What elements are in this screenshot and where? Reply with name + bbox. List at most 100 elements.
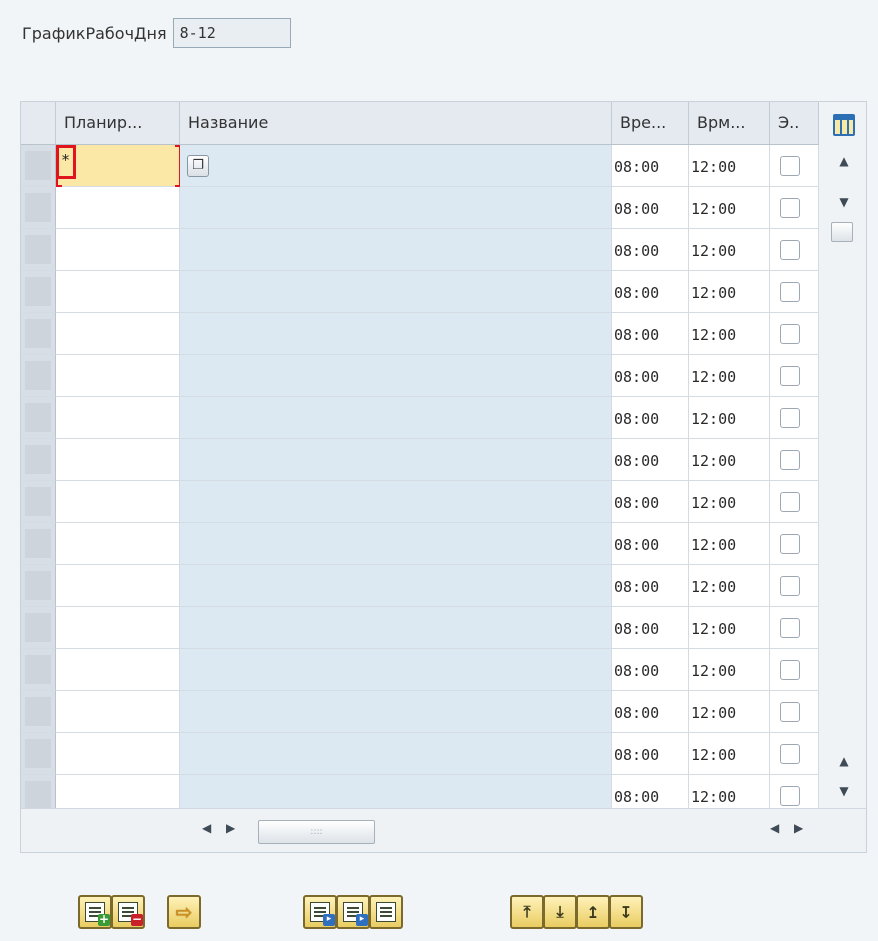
select-all-button[interactable]: ▸ bbox=[303, 895, 337, 929]
row-selector[interactable] bbox=[21, 649, 56, 691]
table-row[interactable]: 08:00 12:00 bbox=[21, 439, 819, 481]
name-cell[interactable] bbox=[180, 271, 612, 313]
flag-checkbox[interactable] bbox=[780, 576, 800, 596]
flag-checkbox[interactable] bbox=[780, 492, 800, 512]
table-row[interactable]: 08:00 12:00 bbox=[21, 187, 819, 229]
row-selector[interactable] bbox=[21, 271, 56, 313]
table-row[interactable]: 08:00 12:00 bbox=[21, 229, 819, 271]
end-time-cell[interactable]: 12:00 bbox=[689, 229, 770, 271]
start-time-cell[interactable]: 08:00 bbox=[612, 187, 689, 229]
end-time-cell[interactable]: 12:00 bbox=[689, 523, 770, 565]
table-row[interactable]: 08:00 12:00 bbox=[21, 271, 819, 313]
table-row[interactable]: 08:00 12:00 bbox=[21, 565, 819, 607]
row-selector[interactable] bbox=[21, 313, 56, 355]
row-selector[interactable] bbox=[21, 607, 56, 649]
end-time-cell[interactable]: 12:00 bbox=[689, 607, 770, 649]
table-row[interactable]: 08:00 12:00 bbox=[21, 481, 819, 523]
name-cell[interactable] bbox=[180, 565, 612, 607]
column-header-flag[interactable]: Э.. bbox=[770, 102, 819, 144]
start-time-cell[interactable]: 08:00 bbox=[612, 523, 689, 565]
start-time-cell[interactable]: 08:00 bbox=[612, 565, 689, 607]
flag-checkbox[interactable] bbox=[780, 408, 800, 428]
planned-cell[interactable] bbox=[56, 481, 180, 523]
end-time-cell[interactable]: 12:00 bbox=[689, 271, 770, 313]
row-selector[interactable] bbox=[21, 481, 56, 523]
name-cell[interactable] bbox=[180, 607, 612, 649]
flag-checkbox[interactable] bbox=[780, 366, 800, 386]
planned-cell[interactable] bbox=[56, 691, 180, 733]
table-row[interactable]: * ❐ 08:00 12:00 bbox=[21, 145, 819, 187]
flag-checkbox[interactable] bbox=[780, 534, 800, 554]
table-row[interactable]: 08:00 12:00 bbox=[21, 607, 819, 649]
vertical-scrollbar[interactable]: ▲ ▼ ▲ ▼ bbox=[820, 102, 866, 807]
row-selector[interactable] bbox=[21, 523, 56, 565]
planned-cell[interactable] bbox=[56, 649, 180, 691]
sort-ascending-button[interactable]: ⤒ bbox=[510, 895, 544, 929]
end-time-cell[interactable]: 12:00 bbox=[689, 313, 770, 355]
start-time-cell[interactable]: 08:00 bbox=[612, 607, 689, 649]
start-time-cell[interactable]: 08:00 bbox=[612, 271, 689, 313]
select-all-rows-button[interactable] bbox=[21, 102, 56, 144]
sort-descending-button[interactable]: ⤓ bbox=[543, 895, 577, 929]
end-time-cell[interactable]: 12:00 bbox=[689, 187, 770, 229]
row-selector[interactable] bbox=[21, 145, 56, 187]
name-cell[interactable] bbox=[180, 187, 612, 229]
table-row[interactable]: 08:00 12:00 bbox=[21, 649, 819, 691]
name-cell[interactable] bbox=[180, 691, 612, 733]
column-header-planned[interactable]: Планир... bbox=[56, 102, 180, 144]
row-selector[interactable] bbox=[21, 565, 56, 607]
name-cell[interactable] bbox=[180, 523, 612, 565]
scroll-down-icon[interactable]: ▼ bbox=[835, 195, 853, 209]
scroll-up-icon[interactable]: ▲ bbox=[835, 154, 853, 168]
planned-cell[interactable] bbox=[56, 607, 180, 649]
flag-checkbox[interactable] bbox=[780, 660, 800, 680]
row-selector[interactable] bbox=[21, 439, 56, 481]
flag-checkbox[interactable] bbox=[780, 744, 800, 764]
row-selector[interactable] bbox=[21, 691, 56, 733]
column-header-start-time[interactable]: Вре... bbox=[612, 102, 689, 144]
planned-cell[interactable]: * bbox=[56, 145, 181, 187]
planned-cell[interactable] bbox=[56, 229, 180, 271]
planned-input-value[interactable]: * bbox=[56, 145, 76, 179]
insert-row-button[interactable]: + bbox=[78, 895, 112, 929]
sort-up-button[interactable]: ↥ bbox=[576, 895, 610, 929]
work-schedule-field[interactable]: 8-12 bbox=[172, 18, 291, 48]
start-time-cell[interactable]: 08:00 bbox=[612, 229, 689, 271]
planned-cell[interactable] bbox=[56, 565, 180, 607]
scroll-left-end-icon[interactable]: ◀ bbox=[770, 821, 779, 835]
start-time-cell[interactable]: 08:00 bbox=[612, 691, 689, 733]
name-cell[interactable] bbox=[180, 439, 612, 481]
end-time-cell[interactable]: 12:00 bbox=[689, 355, 770, 397]
table-row[interactable]: 08:00 12:00 bbox=[21, 733, 819, 775]
scroll-page-down-icon[interactable]: ▼ bbox=[835, 784, 853, 798]
scroll-page-up-icon[interactable]: ▲ bbox=[835, 754, 853, 768]
end-time-cell[interactable]: 12:00 bbox=[689, 565, 770, 607]
end-time-cell[interactable]: 12:00 bbox=[689, 481, 770, 523]
table-row[interactable]: 08:00 12:00 bbox=[21, 313, 819, 355]
flag-checkbox[interactable] bbox=[780, 618, 800, 638]
table-settings-icon[interactable] bbox=[833, 114, 855, 136]
horizontal-scroll-thumb[interactable]: :::: bbox=[258, 820, 375, 844]
start-time-cell[interactable]: 08:00 bbox=[612, 313, 689, 355]
delete-row-button[interactable]: − bbox=[111, 895, 145, 929]
planned-cell[interactable] bbox=[56, 439, 180, 481]
table-row[interactable]: 08:00 12:00 bbox=[21, 691, 819, 733]
flag-checkbox[interactable] bbox=[780, 156, 800, 176]
flag-checkbox[interactable] bbox=[780, 282, 800, 302]
name-cell[interactable] bbox=[180, 733, 612, 775]
scroll-left-icon[interactable]: ◀ bbox=[202, 821, 211, 835]
name-cell[interactable] bbox=[180, 355, 612, 397]
name-cell[interactable] bbox=[180, 229, 612, 271]
deselect-all-button[interactable] bbox=[369, 895, 403, 929]
planned-cell[interactable] bbox=[56, 271, 180, 313]
planned-cell[interactable] bbox=[56, 355, 180, 397]
select-block-button[interactable]: ▸ bbox=[336, 895, 370, 929]
vertical-scroll-thumb[interactable] bbox=[831, 222, 853, 242]
flag-checkbox[interactable] bbox=[780, 198, 800, 218]
end-time-cell[interactable]: 12:00 bbox=[689, 145, 770, 187]
start-time-cell[interactable]: 08:00 bbox=[612, 355, 689, 397]
flag-checkbox[interactable] bbox=[780, 324, 800, 344]
column-header-name[interactable]: Название bbox=[180, 102, 612, 144]
row-selector[interactable] bbox=[21, 229, 56, 271]
sort-down-button[interactable]: ↧ bbox=[609, 895, 643, 929]
